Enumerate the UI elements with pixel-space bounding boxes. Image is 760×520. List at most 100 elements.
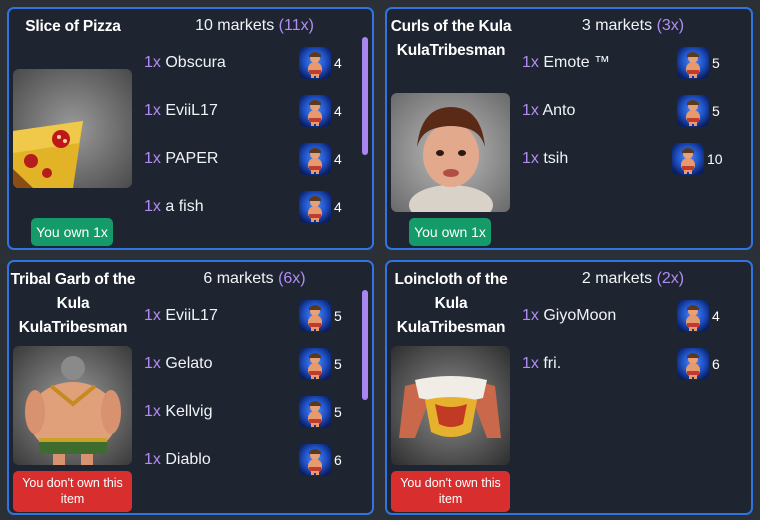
seller-level: 5 — [334, 356, 342, 372]
seller-name: PAPER — [165, 150, 219, 167]
seller-name: GiyoMoon — [543, 307, 617, 324]
quantity: 1x — [144, 54, 161, 71]
kula-avatar-icon — [299, 191, 331, 223]
curly-hair-icon[interactable] — [391, 93, 510, 212]
markets-text: 6 markets — [203, 270, 274, 287]
kula-avatar-icon — [299, 47, 331, 79]
seller-level: 5 — [334, 404, 342, 420]
tribal-garb-icon[interactable] — [13, 346, 132, 465]
seller-name: Diablo — [165, 451, 211, 468]
seller-level: 10 — [707, 151, 723, 167]
item-title: Loincloth of the Kula KulaTribesman — [394, 271, 508, 336]
market-row[interactable]: 1x Diablo 6 — [144, 444, 349, 492]
market-row[interactable]: 1x Kellvig 5 — [144, 396, 349, 444]
seller-name: a fish — [165, 198, 204, 215]
market-card[interactable]: Tribal Garb of the Kula KulaTribesman Yo… — [7, 260, 374, 515]
market-row[interactable]: 1x Emote ™ 5 — [522, 47, 727, 95]
item-column: Loincloth of the Kula KulaTribesman You … — [387, 262, 515, 513]
market-card[interactable]: Curls of the Kula KulaTribesman You own … — [385, 7, 753, 250]
seller-level: 4 — [334, 151, 342, 167]
market-row[interactable]: 1x a fish 4 — [144, 191, 349, 239]
markets-multiplier: (11x) — [278, 17, 314, 34]
market-row[interactable]: 1x Anto 5 — [522, 95, 727, 143]
market-row[interactable]: 1x Obscura 4 — [144, 47, 349, 95]
kula-avatar-icon — [299, 348, 331, 380]
market-list: 1x Emote ™ 5 1x Anto 5 1x tsih 10 — [522, 47, 727, 191]
pizza-slice-icon[interactable] — [13, 69, 132, 188]
seller-name: EviiL17 — [165, 102, 218, 119]
market-row[interactable]: 1x GiyoMoon 4 — [522, 300, 727, 348]
scrollbar[interactable] — [362, 290, 368, 400]
item-title: Slice of Pizza — [25, 18, 121, 35]
seller-level: 5 — [334, 308, 342, 324]
market-list: 1x EviiL17 5 1x Gelato 5 1x Kellvig 5 1x… — [144, 300, 349, 492]
seller-level: 4 — [334, 199, 342, 215]
seller-name: fri. — [543, 355, 562, 372]
quantity: 1x — [522, 54, 539, 71]
market-row[interactable]: 1x EviiL17 4 — [144, 95, 349, 143]
markets-multiplier: (2x) — [656, 270, 685, 287]
item-column: Slice of Pizza You own 1x — [9, 9, 137, 248]
seller-level: 6 — [712, 356, 720, 372]
seller-level: 5 — [712, 55, 720, 71]
kula-avatar-icon — [299, 444, 331, 476]
markets-count: 6 markets (6x) — [137, 268, 372, 290]
owned-badge: You own 1x — [31, 218, 113, 246]
kula-avatar-icon — [299, 95, 331, 127]
seller-name: EviiL17 — [165, 307, 218, 324]
market-row[interactable]: 1x PAPER 4 — [144, 143, 349, 191]
kula-avatar-icon — [672, 143, 704, 175]
kula-avatar-icon — [677, 95, 709, 127]
market-list: 1x GiyoMoon 4 1x fri. 6 — [522, 300, 727, 396]
quantity: 1x — [522, 355, 539, 372]
item-column: Curls of the Kula KulaTribesman You own … — [387, 9, 515, 248]
quantity: 1x — [144, 198, 161, 215]
seller-level: 4 — [712, 308, 720, 324]
owned-badge: You own 1x — [409, 218, 491, 246]
market-card[interactable]: Loincloth of the Kula KulaTribesman You … — [385, 260, 753, 515]
quantity: 1x — [144, 451, 161, 468]
quantity: 1x — [144, 150, 161, 167]
seller-name: Obscura — [165, 54, 226, 71]
seller-name: Gelato — [165, 355, 213, 372]
quantity: 1x — [144, 355, 161, 372]
kula-avatar-icon — [677, 348, 709, 380]
market-row[interactable]: 1x Gelato 5 — [144, 348, 349, 396]
seller-level: 5 — [712, 103, 720, 119]
quantity: 1x — [522, 102, 539, 119]
quantity: 1x — [522, 307, 539, 324]
markets-count: 2 markets (2x) — [515, 268, 751, 290]
quantity: 1x — [144, 307, 161, 324]
market-card[interactable]: Slice of Pizza You own 1x 10 markets (11… — [7, 7, 374, 250]
seller-name: tsih — [543, 150, 569, 167]
seller-name: Anto — [542, 102, 576, 119]
markets-text: 3 markets — [581, 17, 653, 34]
quantity: 1x — [144, 102, 161, 119]
markets-multiplier: (6x) — [278, 270, 306, 287]
kula-avatar-icon — [299, 143, 331, 175]
quantity: 1x — [522, 150, 539, 167]
item-title: Tribal Garb of the Kula KulaTribesman — [10, 271, 136, 336]
market-list: 1x Obscura 4 1x EviiL17 4 1x PAPER 4 1x … — [144, 47, 349, 239]
kula-avatar-icon — [299, 300, 331, 332]
seller-level: 4 — [334, 103, 342, 119]
seller-name: Kellvig — [165, 403, 213, 420]
not-owned-badge: You don't own this item — [13, 471, 132, 512]
market-row[interactable]: 1x fri. 6 — [522, 348, 727, 396]
markets-count: 3 markets (3x) — [515, 15, 751, 37]
item-title: Curls of the Kula KulaTribesman — [390, 18, 512, 59]
seller-level: 4 — [334, 55, 342, 71]
markets-text: 2 markets — [581, 270, 653, 287]
market-row[interactable]: 1x EviiL17 5 — [144, 300, 349, 348]
seller-name: Emote ™ — [543, 54, 611, 71]
scrollbar[interactable] — [362, 37, 368, 155]
markets-multiplier: (3x) — [656, 17, 685, 34]
markets-text: 10 markets — [195, 17, 275, 34]
not-owned-badge: You don't own this item — [391, 471, 510, 512]
markets-count: 10 markets (11x) — [137, 15, 372, 37]
quantity: 1x — [144, 403, 161, 420]
kula-avatar-icon — [677, 47, 709, 79]
market-row[interactable]: 1x tsih 10 — [522, 143, 727, 191]
loincloth-icon[interactable] — [391, 346, 510, 465]
item-column: Tribal Garb of the Kula KulaTribesman Yo… — [9, 262, 137, 513]
